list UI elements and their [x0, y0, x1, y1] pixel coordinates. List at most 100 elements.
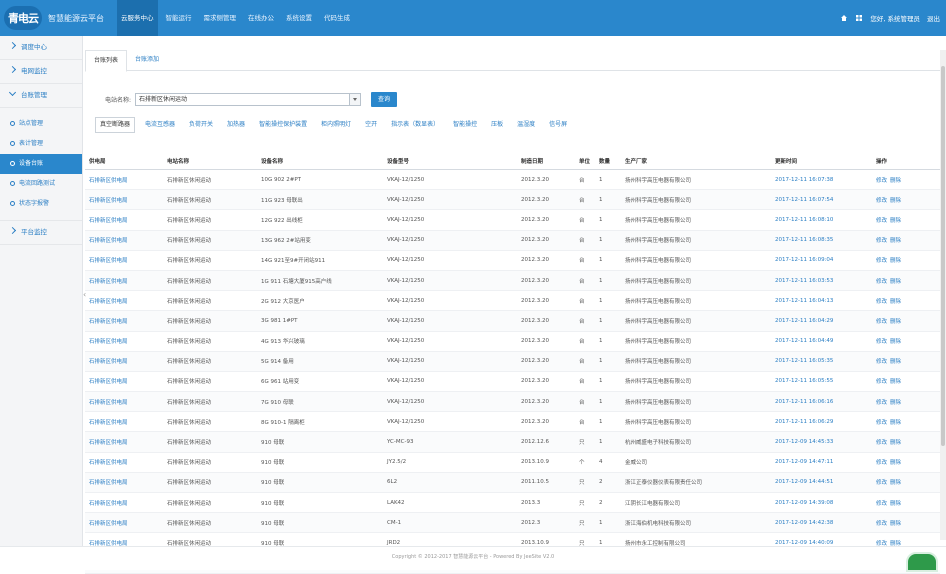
- bureau-link[interactable]: 石排新区供电局: [85, 411, 163, 433]
- topnav-item-cloud-service[interactable]: 云服务中心: [117, 0, 158, 36]
- logo[interactable]: 青电云 智慧能源云平台: [4, 5, 104, 31]
- home-icon[interactable]: [840, 14, 848, 22]
- scrollbar-thumb[interactable]: [941, 66, 945, 446]
- delete-link[interactable]: 删除: [890, 480, 901, 486]
- user-greeting[interactable]: 您好, 系统管理员: [870, 13, 920, 23]
- tab-ledger-list[interactable]: 台账列表: [85, 50, 128, 72]
- edit-link[interactable]: 修改: [876, 400, 887, 406]
- sidebar-group-grid-monitor[interactable]: 电网监控: [0, 60, 82, 84]
- edit-link[interactable]: 修改: [876, 359, 887, 365]
- delete-link[interactable]: 删除: [890, 440, 901, 446]
- table-cell: 扬州科宇高压电器有限公司: [621, 169, 771, 191]
- sidebar-group-platform-monitor[interactable]: 平台监控: [0, 220, 82, 245]
- table-cell: 石排新区休闲运动: [163, 371, 257, 393]
- bureau-link[interactable]: 石排新区供电局: [85, 209, 163, 231]
- topnav-item-system-settings[interactable]: 系统设置: [282, 0, 316, 36]
- station-select[interactable]: 石排新区休闲运动: [135, 93, 362, 106]
- logout-link[interactable]: 退出: [927, 13, 940, 23]
- edit-link[interactable]: 修改: [876, 319, 887, 325]
- category-current-transformer[interactable]: 电流互感器: [141, 118, 179, 132]
- sidebar-group-dispatch[interactable]: 调度中心: [0, 36, 82, 60]
- sidebar-item-meter[interactable]: 表计管理: [0, 134, 82, 154]
- sidebar-item-equipment-ledger[interactable]: 设备台账: [0, 154, 82, 174]
- edit-link[interactable]: 修改: [876, 218, 887, 224]
- category-vacuum-breaker[interactable]: 真空断路器: [95, 117, 136, 133]
- sidebar-item-status-alarm[interactable]: 状态字报警: [0, 194, 82, 214]
- edit-link[interactable]: 修改: [876, 440, 887, 446]
- bureau-link[interactable]: 石排新区供电局: [85, 351, 163, 372]
- delete-link[interactable]: 删除: [890, 400, 901, 406]
- edit-link[interactable]: 修改: [876, 339, 887, 345]
- bureau-link[interactable]: 石排新区供电局: [85, 371, 163, 393]
- edit-link[interactable]: 修改: [876, 501, 887, 507]
- edit-link[interactable]: 修改: [876, 299, 887, 305]
- category-smart-control[interactable]: 智能操控: [449, 118, 481, 132]
- sidebar-item-site[interactable]: 站点管理: [0, 114, 82, 134]
- help-badge[interactable]: [906, 552, 938, 572]
- delete-link[interactable]: 删除: [890, 218, 901, 224]
- edit-link[interactable]: 修改: [876, 420, 887, 426]
- bureau-link[interactable]: 石排新区供电局: [85, 189, 163, 211]
- delete-link[interactable]: 删除: [890, 521, 901, 527]
- bureau-link[interactable]: 石排新区供电局: [85, 431, 163, 453]
- grid-icon[interactable]: [855, 14, 863, 22]
- sidebar-item-label: 站点管理: [19, 120, 44, 127]
- equipment-table: 供电局 电站名称 设备名称 设备型号 制造日期 单位 数量 生产厂家 更新时间 操作 石排新区供电…: [85, 152, 940, 574]
- query-button[interactable]: 查询: [371, 92, 398, 107]
- edit-link[interactable]: 修改: [876, 178, 887, 184]
- table-cell: 扬州科宇高压电器有限公司: [621, 189, 771, 211]
- delete-link[interactable]: 删除: [890, 238, 901, 244]
- category-heater[interactable]: 加热器: [223, 118, 249, 132]
- category-cabinet-light[interactable]: 柜内照明灯: [317, 118, 355, 132]
- delete-link[interactable]: 删除: [890, 299, 901, 305]
- category-air-switch[interactable]: 空开: [361, 118, 381, 132]
- bureau-link[interactable]: 石排新区供电局: [85, 452, 163, 473]
- category-pressing-plate[interactable]: 压板: [487, 118, 507, 132]
- bureau-link[interactable]: 石排新区供电局: [85, 230, 163, 251]
- tab-ledger-add[interactable]: 台账添加: [127, 50, 167, 70]
- chevron-down-icon[interactable]: [349, 94, 361, 105]
- delete-link[interactable]: 删除: [890, 319, 901, 325]
- table-cell: VKAJ-12/1250: [383, 169, 517, 191]
- sidebar-item-loop-test[interactable]: 电流回路测试: [0, 174, 82, 194]
- edit-link[interactable]: 修改: [876, 279, 887, 285]
- category-protection-device[interactable]: 智能操控保护装置: [255, 118, 311, 132]
- topnav-item-demand-management[interactable]: 需求侧管理: [200, 0, 241, 36]
- category-indicator-meter[interactable]: 指示表（数显表）: [387, 118, 443, 132]
- delete-link[interactable]: 删除: [890, 379, 901, 385]
- sidebar-group-ledger[interactable]: 台账管理: [0, 84, 82, 108]
- category-signal-panel[interactable]: 信号屏: [545, 118, 571, 132]
- bureau-link[interactable]: 石排新区供电局: [85, 250, 163, 271]
- edit-link[interactable]: 修改: [876, 480, 887, 486]
- edit-link[interactable]: 修改: [876, 521, 887, 527]
- bureau-link[interactable]: 石排新区供电局: [85, 492, 163, 514]
- category-load-switch[interactable]: 负荷开关: [185, 118, 217, 132]
- delete-link[interactable]: 删除: [890, 279, 901, 285]
- delete-link[interactable]: 删除: [890, 198, 901, 204]
- edit-link[interactable]: 修改: [876, 238, 887, 244]
- bureau-link[interactable]: 石排新区供电局: [85, 331, 163, 352]
- delete-link[interactable]: 删除: [890, 420, 901, 426]
- edit-link[interactable]: 修改: [876, 198, 887, 204]
- delete-link[interactable]: 删除: [890, 258, 901, 264]
- edit-link[interactable]: 修改: [876, 460, 887, 466]
- bureau-link[interactable]: 石排新区供电局: [85, 290, 163, 312]
- edit-link[interactable]: 修改: [876, 379, 887, 385]
- topnav-item-smart-operation[interactable]: 智能运行: [162, 0, 196, 36]
- delete-link[interactable]: 删除: [890, 178, 901, 184]
- bureau-link[interactable]: 石排新区供电局: [85, 270, 163, 292]
- bureau-link[interactable]: 石排新区供电局: [85, 391, 163, 413]
- bureau-link[interactable]: 石排新区供电局: [85, 169, 163, 191]
- delete-link[interactable]: 删除: [890, 339, 901, 345]
- edit-link[interactable]: 修改: [876, 258, 887, 264]
- topnav-item-code-generation[interactable]: 代码生成: [320, 0, 354, 36]
- topnav-item-online-office[interactable]: 在线办公: [244, 0, 278, 36]
- delete-link[interactable]: 删除: [890, 359, 901, 365]
- delete-link[interactable]: 删除: [890, 460, 901, 466]
- delete-link[interactable]: 删除: [890, 501, 901, 507]
- category-temp-humidity[interactable]: 温湿度: [513, 118, 539, 132]
- bureau-link[interactable]: 石排新区供电局: [85, 310, 163, 332]
- bureau-link[interactable]: 石排新区供电局: [85, 512, 163, 534]
- bureau-link[interactable]: 石排新区供电局: [85, 472, 163, 494]
- page-scrollbar[interactable]: [940, 50, 946, 540]
